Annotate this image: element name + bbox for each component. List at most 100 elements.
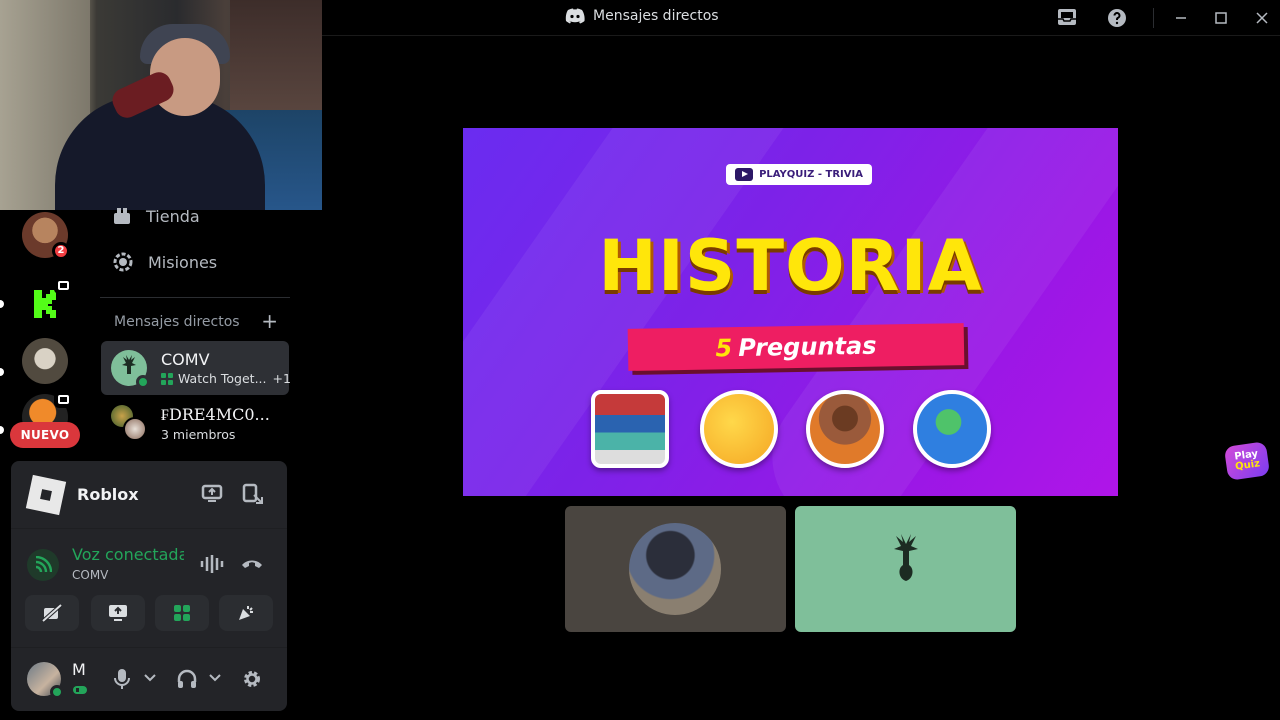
dm-channel-list: Tienda Misiones Mensajes directos + COMV xyxy=(90,207,298,460)
chevron-down-icon xyxy=(209,674,221,682)
unread-indicator xyxy=(0,426,4,434)
activities-icon xyxy=(174,605,190,621)
voice-connection: Voz conectada COMV xyxy=(11,537,287,593)
unread-indicator xyxy=(0,368,4,376)
mute-button[interactable] xyxy=(113,668,131,690)
discord-sidebar: 2 NUEVO Tienda Misiones Mensajes directo… xyxy=(0,0,322,720)
thinking-face-icon xyxy=(700,390,778,468)
user-settings-button[interactable] xyxy=(241,668,263,690)
group-avatar xyxy=(111,405,147,441)
screen-share-icon xyxy=(201,484,223,502)
server-icon-wolf[interactable] xyxy=(22,338,68,384)
inbox-button[interactable] xyxy=(1057,8,1077,26)
user-area: M xyxy=(11,647,287,711)
online-status-dot xyxy=(50,685,64,699)
hang-up-icon xyxy=(242,560,262,568)
create-dm-button[interactable]: + xyxy=(261,311,278,331)
dm-activity: Watch Toget... xyxy=(178,371,267,386)
game-activity: Roblox xyxy=(11,461,287,529)
user-avatar[interactable] xyxy=(27,662,64,699)
window-title: Mensajes directos xyxy=(565,8,719,24)
stag-avatar-icon xyxy=(894,534,918,581)
participant-tile[interactable] xyxy=(795,506,1016,632)
disconnect-button[interactable] xyxy=(240,555,264,573)
activity-icon xyxy=(161,372,173,385)
server-icon-kick[interactable] xyxy=(22,276,72,326)
question-count: 5 xyxy=(715,334,733,363)
participant-tile[interactable] xyxy=(565,506,786,632)
online-status-dot xyxy=(136,375,150,389)
stream-game-button[interactable] xyxy=(201,483,223,505)
camera-button[interactable] xyxy=(25,595,79,631)
signal-icon xyxy=(27,549,59,581)
gamepad-icon xyxy=(73,686,87,694)
user-panel: Roblox Voz conectada COMV M xyxy=(11,461,287,711)
close-button[interactable] xyxy=(1256,12,1268,24)
activity-indicator xyxy=(54,276,72,294)
help-icon xyxy=(1108,9,1126,27)
avatar xyxy=(111,350,150,389)
camera-off-icon xyxy=(42,604,62,622)
minimize-button[interactable] xyxy=(1175,12,1187,24)
audio-options-button[interactable] xyxy=(209,674,221,682)
nav-store-label: Tienda xyxy=(146,206,200,226)
call-view: PLAYQUIZ - TRIVIA HISTORIA 5 Preguntas P… xyxy=(322,37,1280,720)
screen-share-button[interactable] xyxy=(91,595,145,631)
microphone-icon xyxy=(114,669,130,689)
question-label: Preguntas xyxy=(737,331,877,363)
voice-status[interactable]: Voz conectada xyxy=(72,545,184,564)
headphones-icon xyxy=(177,669,197,688)
dm-item-comv[interactable]: COMV Watch Toget... +1 xyxy=(101,341,291,395)
new-badge: NUEVO xyxy=(10,422,80,448)
server-icon-minecraft[interactable]: 2 xyxy=(22,212,70,260)
nav-quests[interactable]: Misiones xyxy=(112,251,217,273)
maximize-button[interactable] xyxy=(1215,12,1227,24)
dm-name: COMV xyxy=(161,350,210,369)
store-icon xyxy=(114,208,130,224)
dm-activity-extra: +1 xyxy=(272,371,291,386)
reading-person-icon xyxy=(806,390,884,468)
discord-logo-icon xyxy=(565,8,585,24)
inbox-icon xyxy=(1058,9,1076,25)
activities-button[interactable] xyxy=(155,595,209,631)
question-count-banner: 5 Preguntas xyxy=(627,323,965,371)
dm-item-group[interactable]: ₣DRE4MC0... 3 miembros xyxy=(101,396,289,450)
nav-store[interactable]: Tienda xyxy=(112,206,200,226)
gear-icon xyxy=(244,671,260,687)
channel-tag: PLAYQUIZ - TRIVIA xyxy=(726,164,872,185)
game-name: Roblox xyxy=(77,485,139,504)
dm-header-label: Mensajes directos xyxy=(114,314,240,330)
books-icon xyxy=(591,390,669,468)
chevron-down-icon xyxy=(144,674,156,682)
notification-badge: 2 xyxy=(52,242,70,260)
soundboard-icon xyxy=(239,606,253,620)
nav-quests-label: Misiones xyxy=(148,252,218,272)
help-button[interactable] xyxy=(1107,8,1127,28)
screen-share-stream[interactable]: PLAYQUIZ - TRIVIA HISTORIA 5 Preguntas xyxy=(463,128,1118,496)
logo-text-line2: Quiz xyxy=(1234,458,1261,473)
youtube-icon xyxy=(735,168,754,181)
mic-options-button[interactable] xyxy=(144,674,156,682)
channel-tag-label: PLAYQUIZ - TRIVIA xyxy=(759,169,863,180)
noise-suppression-button[interactable] xyxy=(200,553,224,575)
participant-avatar xyxy=(629,523,721,615)
webcam-overlay xyxy=(0,0,322,210)
soundboard-button[interactable] xyxy=(219,595,273,631)
maximize-icon xyxy=(1215,12,1227,24)
quests-icon xyxy=(113,252,133,272)
roblox-logo xyxy=(25,474,67,515)
window-titlebar: Mensajes directos xyxy=(322,0,1280,36)
dm-header: Mensajes directos + xyxy=(114,311,278,331)
username[interactable]: M xyxy=(72,660,86,679)
stream-headline: HISTORIA xyxy=(598,225,983,307)
game-overlay-button[interactable] xyxy=(242,483,264,505)
deafen-button[interactable] xyxy=(176,668,198,690)
globe-icon xyxy=(913,390,991,468)
unread-indicator xyxy=(0,300,4,308)
playquiz-logo: Play Quiz xyxy=(1223,441,1271,481)
divider xyxy=(100,297,290,298)
minimize-icon xyxy=(1176,17,1186,19)
divider xyxy=(1153,8,1154,28)
voice-channel[interactable]: COMV xyxy=(72,568,108,582)
screen-share-icon xyxy=(109,605,127,621)
